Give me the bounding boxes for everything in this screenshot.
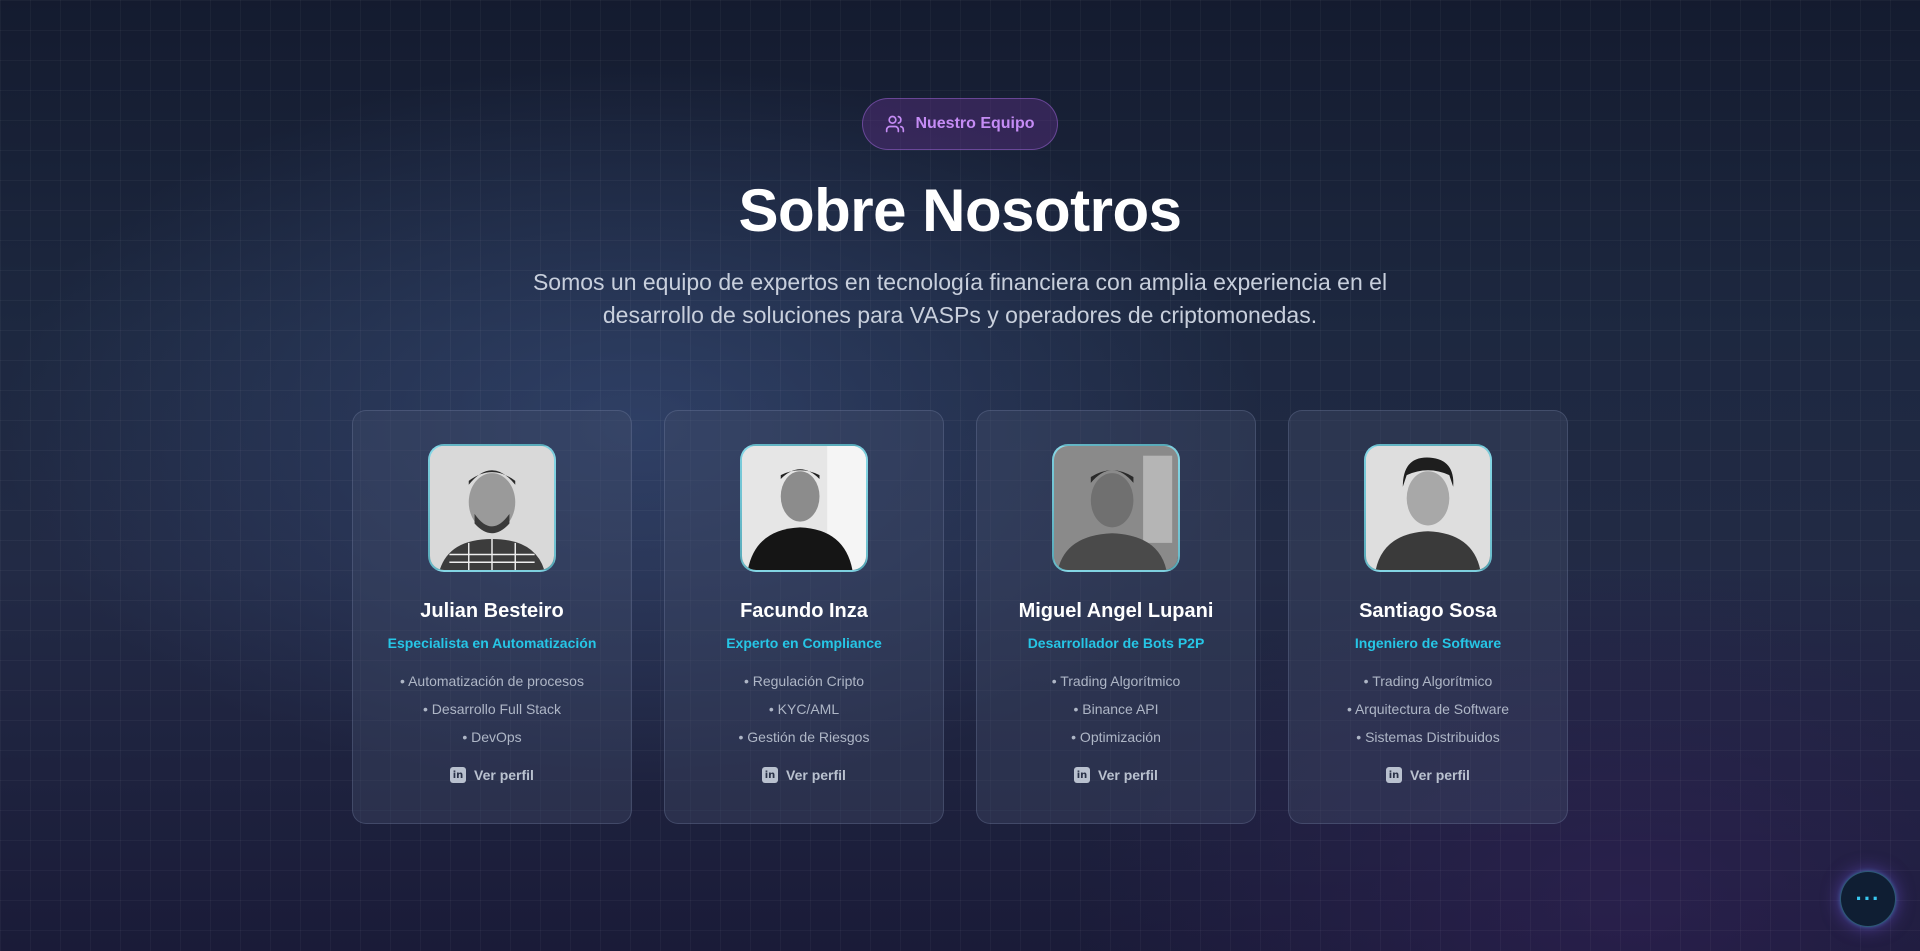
skill-item: • Binance API	[1073, 701, 1159, 717]
skill-item: • Trading Algorítmico	[1051, 673, 1181, 689]
team-card: Facundo Inza Experto en Compliance • Reg…	[664, 410, 944, 824]
skill-item: • Automatización de procesos	[400, 673, 584, 689]
view-profile-link[interactable]: in Ver perfil	[1074, 767, 1158, 783]
member-skills: • Trading Algorítmico • Binance API • Op…	[1052, 667, 1181, 751]
linkedin-icon: in	[1074, 767, 1091, 783]
member-skills: • Automatización de procesos • Desarroll…	[400, 667, 584, 751]
skill-item: • Optimización	[1071, 729, 1161, 745]
view-profile-link[interactable]: in Ver perfil	[1386, 767, 1470, 783]
member-role: Desarrollador de Bots P2P	[1027, 635, 1205, 651]
view-profile-link[interactable]: in Ver perfil	[450, 767, 534, 783]
page-subtitle: Somos un equipo de expertos en tecnologí…	[532, 269, 1388, 328]
linkedin-icon: in	[1386, 767, 1403, 783]
skill-item: • Gestión de Riesgos	[738, 729, 870, 745]
skill-item: • Sistemas Distribuidos	[1356, 729, 1500, 745]
member-photo	[428, 444, 556, 572]
team-card: Julian Besteiro Especialista en Automati…	[352, 410, 632, 824]
skill-item: • KYC/AML	[768, 701, 840, 717]
team-cards: Julian Besteiro Especialista en Automati…	[352, 410, 1568, 824]
member-photo	[740, 444, 868, 572]
member-skills: • Regulación Cripto • KYC/AML • Gestión …	[739, 667, 870, 751]
view-profile-label: Ver perfil	[1410, 767, 1470, 783]
page-title: Sobre Nosotros	[738, 177, 1182, 244]
member-photo	[1364, 444, 1492, 572]
view-profile-link[interactable]: in Ver perfil	[762, 767, 846, 783]
more-dots-icon: ···	[1855, 886, 1881, 911]
linkedin-icon: in	[762, 767, 779, 783]
chat-button[interactable]: ···	[1840, 871, 1896, 927]
member-photo	[1052, 444, 1180, 572]
team-card: Miguel Angel Lupani Desarrollador de Bot…	[976, 410, 1256, 824]
team-card: Santiago Sosa Ingeniero de Software • Tr…	[1288, 410, 1568, 824]
member-role: Especialista en Automatización	[387, 635, 597, 651]
skill-item: • DevOps	[462, 729, 522, 745]
skill-item: • Trading Algorítmico	[1363, 673, 1493, 689]
linkedin-icon: in	[450, 767, 467, 783]
member-name: Miguel Angel Lupani	[1018, 600, 1214, 622]
member-skills: • Trading Algorítmico • Arquitectura de …	[1347, 667, 1509, 751]
view-profile-label: Ver perfil	[1098, 767, 1158, 783]
member-name: Santiago Sosa	[1359, 600, 1497, 622]
member-role: Ingeniero de Software	[1354, 635, 1502, 651]
member-role: Experto en Compliance	[726, 635, 882, 651]
member-name: Facundo Inza	[740, 600, 868, 622]
skill-item: • Regulación Cripto	[743, 673, 865, 689]
team-badge: Nuestro Equipo	[862, 98, 1058, 150]
member-name: Julian Besteiro	[420, 600, 564, 622]
skill-item: • Arquitectura de Software	[1346, 701, 1510, 717]
view-profile-label: Ver perfil	[786, 767, 846, 783]
users-icon	[885, 114, 905, 134]
view-profile-label: Ver perfil	[474, 767, 534, 783]
about-section: Nuestro Equipo Sobre Nosotros Somos un e…	[0, 0, 1920, 951]
skill-item: • Desarrollo Full Stack	[423, 701, 561, 717]
team-badge-label: Nuestro Equipo	[915, 115, 1035, 132]
